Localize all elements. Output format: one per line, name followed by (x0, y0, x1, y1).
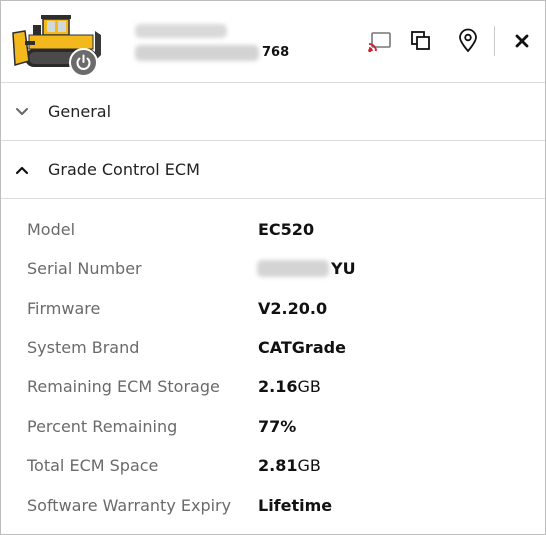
system-brand-value: CATGrade (258, 338, 346, 357)
ecm-row-percent-remaining: Percent Remaining 77% (1, 407, 545, 447)
cast-icon[interactable] (367, 28, 393, 54)
machine-name-redacted (135, 24, 227, 38)
machine-serial-redacted (135, 45, 259, 61)
warranty-expiry-label: Software Warranty Expiry (27, 496, 232, 515)
serial-number-label: Serial Number (27, 259, 142, 278)
firmware-value: V2.20.0 (258, 299, 328, 318)
percent-remaining-label: Percent Remaining (27, 417, 178, 436)
total-ecm-space-number: 2.81 (258, 456, 298, 475)
total-ecm-space-value: 2.81GB (258, 456, 321, 475)
warranty-expiry-value: Lifetime (258, 496, 333, 515)
ecm-row-warranty: Software Warranty Expiry Lifetime (1, 486, 545, 526)
remaining-storage-unit: GB (297, 377, 321, 396)
total-ecm-space-label: Total ECM Space (27, 456, 159, 475)
ecm-row-total-space: Total ECM Space 2.81GB (1, 446, 545, 486)
ecm-row-remaining-storage: Remaining ECM Storage 2.16GB (1, 367, 545, 407)
total-ecm-space-unit: GB (297, 456, 321, 475)
location-pin-icon[interactable] (455, 28, 481, 54)
ecm-row-model: Model EC520 (1, 210, 545, 250)
model-label: Model (27, 220, 76, 239)
section-general[interactable]: General (1, 83, 545, 141)
serial-number-suffix: YU (331, 259, 356, 278)
serial-number-redacted (257, 260, 329, 277)
section-grade-control-ecm[interactable]: Grade Control ECM (1, 141, 545, 199)
firmware-label: Firmware (27, 299, 101, 318)
remaining-storage-value: 2.16GB (258, 377, 321, 396)
system-brand-label: System Brand (27, 338, 140, 357)
remaining-storage-number: 2.16 (258, 377, 298, 396)
header-divider (494, 26, 495, 56)
power-icon (76, 54, 91, 70)
copy-icon[interactable] (408, 28, 434, 54)
close-icon[interactable] (509, 28, 535, 54)
machine-serial-suffix: 768 (262, 45, 290, 60)
ecm-row-serial: Serial Number YU (1, 249, 545, 289)
chevron-down-icon (16, 108, 28, 115)
power-status-badge (69, 48, 98, 77)
percent-remaining-value: 77% (258, 417, 297, 436)
remaining-storage-label: Remaining ECM Storage (27, 377, 220, 396)
chevron-up-icon (15, 166, 29, 175)
ecm-row-brand: System Brand CATGrade (1, 328, 545, 368)
machine-details-panel: 768 General Grade Control ECM Model EC52… (0, 0, 546, 535)
model-value: EC520 (258, 220, 315, 239)
ecm-row-firmware: Firmware V2.20.0 (1, 289, 545, 329)
section-general-title: General (48, 102, 112, 121)
panel-header: 768 (1, 1, 545, 83)
section-grade-control-title: Grade Control ECM (48, 160, 200, 179)
